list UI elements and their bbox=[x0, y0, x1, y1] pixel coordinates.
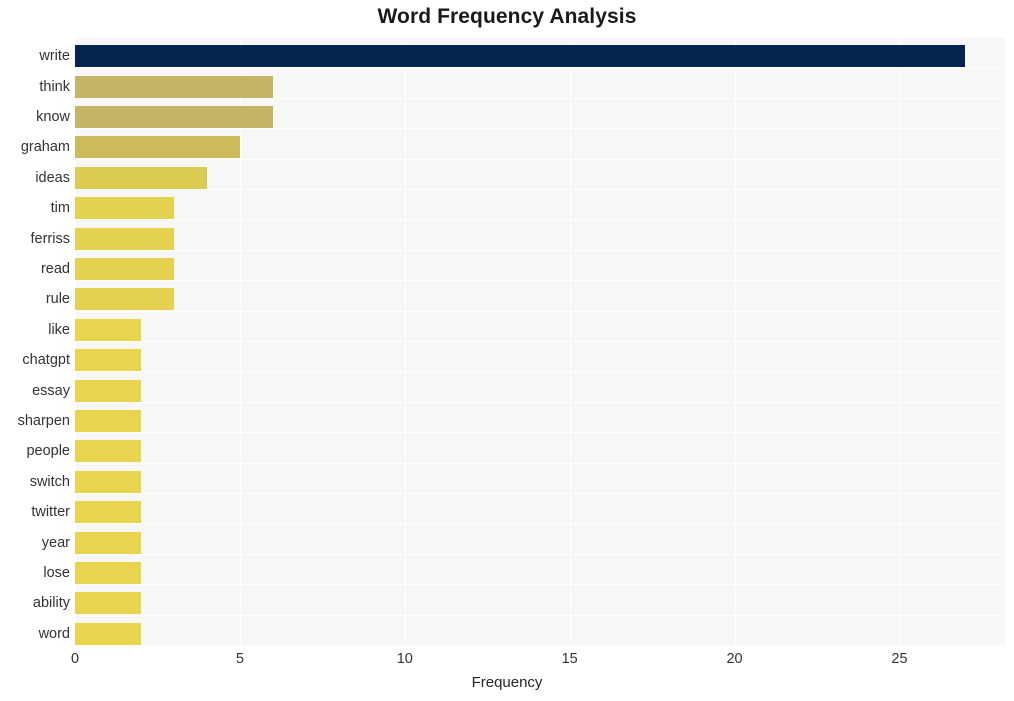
bar-sharpen[interactable] bbox=[75, 410, 141, 432]
bar-word[interactable] bbox=[75, 622, 141, 645]
gridline-y bbox=[75, 432, 1005, 433]
bar-row[interactable] bbox=[75, 501, 1005, 524]
y-tick-label-year: year bbox=[41, 534, 70, 551]
bar-row[interactable] bbox=[75, 136, 1005, 159]
gridline-y bbox=[75, 554, 1005, 555]
plot-area bbox=[75, 37, 1005, 645]
bar-row[interactable] bbox=[75, 166, 1005, 189]
bar-row[interactable] bbox=[75, 622, 1005, 645]
y-tick-label-tim: tim bbox=[50, 200, 70, 217]
y-axis-tick-labels: write think know graham ideas tim ferriss read r… bbox=[0, 37, 70, 645]
bar-row[interactable] bbox=[75, 440, 1005, 463]
chart-figure: Word Frequency Analysis write think know gr… bbox=[0, 0, 1014, 701]
chart-title: Word Frequency Analysis bbox=[377, 5, 637, 28]
y-tick-label-ideas: ideas bbox=[35, 169, 70, 186]
y-tick-label-ability: ability bbox=[32, 595, 70, 612]
gridline-y bbox=[75, 159, 1005, 160]
y-tick-label-think: think bbox=[39, 78, 70, 95]
y-tick-label-write: write bbox=[39, 48, 70, 65]
gridline-y bbox=[75, 37, 1005, 38]
gridline-y bbox=[75, 493, 1005, 494]
y-tick-label-essay: essay bbox=[32, 382, 70, 399]
bar-row[interactable] bbox=[75, 592, 1005, 615]
gridline-y bbox=[75, 311, 1005, 312]
x-tick-label-25: 25 bbox=[891, 651, 908, 667]
gridline-y bbox=[75, 189, 1005, 190]
gridline-y bbox=[75, 341, 1005, 342]
x-tick-label-0: 0 bbox=[70, 651, 80, 667]
bar-row[interactable] bbox=[75, 106, 1005, 128]
y-tick-label-know: know bbox=[36, 109, 70, 125]
y-tick-label-chatgpt: chatgpt bbox=[22, 352, 70, 369]
gridline-y bbox=[75, 615, 1005, 616]
bar-row[interactable] bbox=[75, 410, 1005, 432]
bar-row[interactable] bbox=[75, 258, 1005, 280]
x-tick-label-10: 10 bbox=[396, 651, 413, 667]
bar-row[interactable] bbox=[75, 562, 1005, 584]
gridline-y bbox=[75, 250, 1005, 251]
gridline-y bbox=[75, 98, 1005, 99]
bar-row[interactable] bbox=[75, 45, 1005, 68]
bar-chatgpt[interactable] bbox=[75, 349, 141, 372]
bar-row[interactable] bbox=[75, 75, 1005, 98]
gridline-y bbox=[75, 128, 1005, 129]
bar-row[interactable] bbox=[75, 379, 1005, 402]
bar-think[interactable] bbox=[75, 75, 273, 98]
bar-lose[interactable] bbox=[75, 562, 141, 584]
bar-row[interactable] bbox=[75, 318, 1005, 341]
bar-switch[interactable] bbox=[75, 470, 141, 493]
y-tick-label-lose: lose bbox=[43, 565, 70, 581]
bar-twitter[interactable] bbox=[75, 501, 141, 524]
bar-essay[interactable] bbox=[75, 379, 141, 402]
bar-ability[interactable] bbox=[75, 592, 141, 615]
x-tick-label-15: 15 bbox=[561, 651, 578, 667]
bar-write[interactable] bbox=[75, 45, 966, 68]
bar-like[interactable] bbox=[75, 318, 141, 341]
bar-know[interactable] bbox=[75, 106, 273, 128]
bar-row[interactable] bbox=[75, 197, 1005, 220]
y-tick-label-read: read bbox=[40, 261, 70, 277]
gridline-y bbox=[75, 280, 1005, 281]
y-tick-label-sharpen: sharpen bbox=[17, 413, 70, 429]
y-tick-label-rule: rule bbox=[45, 291, 70, 308]
bar-rule[interactable] bbox=[75, 288, 174, 311]
bar-row[interactable] bbox=[75, 349, 1005, 372]
bar-row[interactable] bbox=[75, 470, 1005, 493]
x-tick-label-5: 5 bbox=[235, 651, 244, 667]
y-tick-label-switch: switch bbox=[29, 473, 70, 490]
bar-row[interactable] bbox=[75, 531, 1005, 554]
y-tick-label-people: people bbox=[26, 443, 70, 460]
x-tick-label-20: 20 bbox=[726, 651, 743, 667]
y-tick-label-ferriss: ferriss bbox=[30, 230, 70, 247]
bar-row[interactable] bbox=[75, 288, 1005, 311]
bar-ferriss[interactable] bbox=[75, 227, 174, 250]
bar-tim[interactable] bbox=[75, 197, 174, 220]
gridline-y bbox=[75, 463, 1005, 464]
bar-read[interactable] bbox=[75, 258, 174, 280]
y-tick-label-graham: graham bbox=[20, 139, 70, 156]
bar-year[interactable] bbox=[75, 531, 141, 554]
x-axis-label: Frequency bbox=[471, 674, 543, 691]
bar-ideas[interactable] bbox=[75, 166, 207, 189]
gridline-y bbox=[75, 584, 1005, 585]
y-tick-label-twitter: twitter bbox=[31, 504, 70, 521]
x-axis-tick-labels: 0 5 10 15 20 25 bbox=[0, 645, 1014, 671]
y-tick-label-like: like bbox=[48, 321, 70, 338]
bar-graham[interactable] bbox=[75, 136, 240, 159]
bar-row[interactable] bbox=[75, 227, 1005, 250]
bar-people[interactable] bbox=[75, 440, 141, 463]
y-tick-label-word: word bbox=[38, 625, 70, 642]
gridline-y bbox=[75, 402, 1005, 403]
